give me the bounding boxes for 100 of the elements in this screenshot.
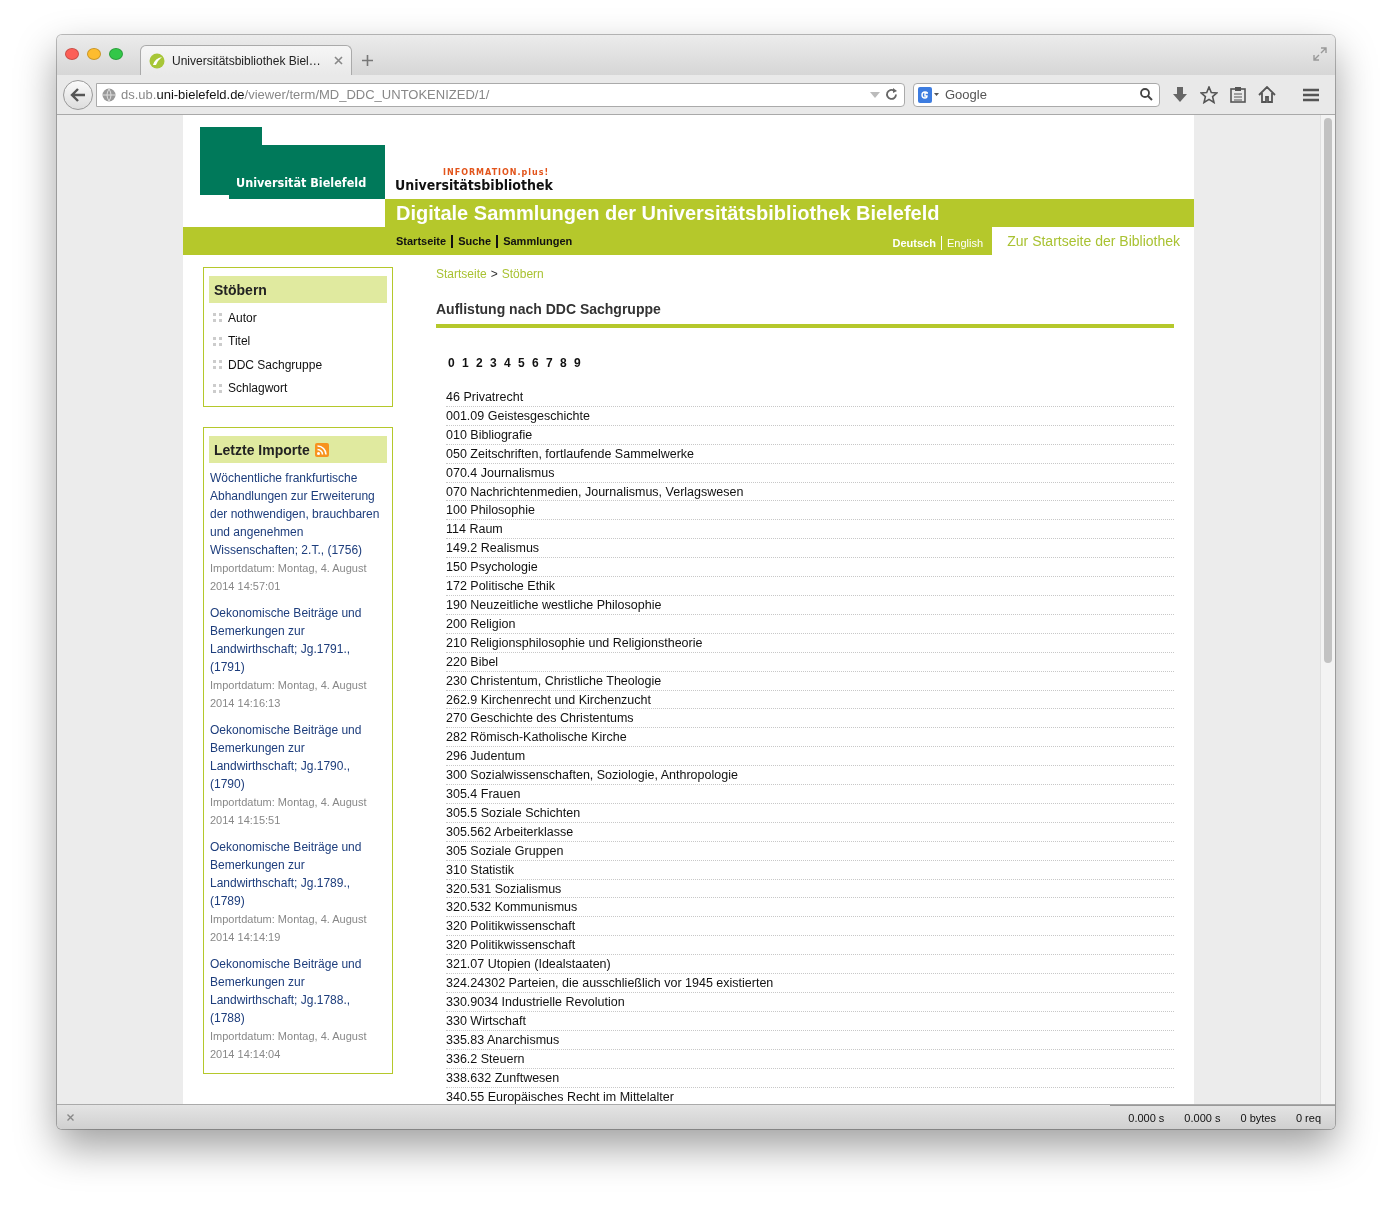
close-icon[interactable] <box>334 56 343 65</box>
index-link[interactable]: 8 <box>560 356 567 370</box>
home-icon[interactable] <box>1258 86 1276 103</box>
window-control-button[interactable] <box>87 48 101 60</box>
category-link[interactable]: 296 Judentum <box>446 747 1174 767</box>
category-link[interactable]: 070.4 Journalismus <box>446 463 1174 483</box>
nav-link[interactable]: Sammlungen <box>496 234 578 248</box>
search-engine-icon[interactable] <box>918 86 940 103</box>
import-date: Importdatum: Montag, 4. August 2014 14:16:13 <box>210 678 368 711</box>
browser-tab[interactable]: Universitätsbibliothek Biel… <box>140 45 352 75</box>
menu-icon[interactable] <box>1303 87 1319 102</box>
index-link[interactable]: 3 <box>490 356 497 370</box>
category-link[interactable]: 330 Wirtschaft <box>446 1011 1174 1031</box>
index-link[interactable]: 0 <box>448 356 455 370</box>
import-link[interactable]: Oekonomische Beiträge und Bemerkungen zur Landwirthschaft; Jg.1789., (1789) <box>210 838 387 910</box>
reload-icon[interactable] <box>885 88 898 101</box>
status-value: 0 bytes <box>1240 1111 1276 1124</box>
category-link[interactable]: 338.632 Zunftwesen <box>446 1068 1174 1088</box>
category-link[interactable]: 262.9 Kirchenrecht und Kirchenzucht <box>446 690 1174 710</box>
index-link[interactable]: 5 <box>518 356 525 370</box>
category-link[interactable]: 305.5 Soziale Schichten <box>446 803 1174 823</box>
index-link[interactable]: 4 <box>504 356 511 370</box>
back-button[interactable] <box>63 79 93 110</box>
import-link[interactable]: Oekonomische Beiträge und Bemerkungen zur Landwirthschaft; Jg.1788., (1788) <box>210 955 387 1027</box>
library-name: Universitätsbibliothek <box>395 177 553 193</box>
category-link[interactable]: 320 Politikwissenschaft <box>446 917 1174 937</box>
category-link[interactable]: 336.2 Steuern <box>446 1049 1174 1069</box>
category-link[interactable]: 330.9034 Industrielle Revolution <box>446 993 1174 1012</box>
category-link[interactable]: 320.532 Kommunismus <box>446 898 1174 918</box>
category-link[interactable]: 190 Neuzeitliche westliche Philosophie <box>446 595 1174 615</box>
window-control-button[interactable] <box>109 48 123 60</box>
university-name: Universität Bielefeld <box>236 175 367 190</box>
leaf-logo-icon <box>149 52 165 69</box>
breadcrumb-separator: > <box>490 267 498 281</box>
search-field[interactable]: Google <box>913 82 1160 107</box>
browse-link[interactable]: Titel <box>228 334 251 349</box>
browse-link[interactable]: Schlagwort <box>228 381 288 396</box>
browse-link[interactable]: Autor <box>228 310 257 325</box>
import-date: Importdatum: Montag, 4. August 2014 14:14:19 <box>210 912 368 945</box>
grip-icon <box>213 383 222 393</box>
category-link[interactable]: 172 Politische Ethik <box>446 577 1174 596</box>
category-link[interactable]: 46 Privatrecht <box>446 388 1174 407</box>
plus-icon[interactable] <box>362 55 373 66</box>
category-link[interactable]: 305.562 Arbeiterklasse <box>446 822 1174 842</box>
category-link[interactable]: 305 Soziale Gruppen <box>446 841 1174 861</box>
category-link[interactable]: 300 Sozialwissenschaften, Soziologie, Anthropologie <box>446 766 1174 786</box>
grip-icon <box>213 360 222 370</box>
section-heading: Auflistung nach DDC Sachgruppe <box>436 301 1174 328</box>
index-link[interactable]: 9 <box>574 356 581 370</box>
site-title: Digitale Sammlungen der Universitätsbibliothek Bielefeld <box>396 201 940 225</box>
url-text: ds.ub.uni-bielefeld.de/viewer/term/MD_DDC_UNTOKENIZED/1/ <box>121 87 491 102</box>
browse-link[interactable]: DDC Sachgruppe <box>228 357 323 372</box>
rss-icon[interactable] <box>314 443 329 457</box>
category-link[interactable]: 050 Zeitschriften, fortlaufende Sammelwerke <box>446 444 1174 464</box>
index-link[interactable]: 1 <box>462 356 469 370</box>
status-value: 0.000 s <box>1128 1111 1165 1124</box>
star-icon[interactable] <box>1200 85 1218 104</box>
category-link[interactable]: 210 Religionsphilosophie und Religionstheorie <box>446 633 1174 653</box>
category-link[interactable]: 001.09 Geistesgeschichte <box>446 406 1174 426</box>
fullscreen-icon[interactable] <box>1313 47 1327 61</box>
dropdown-icon[interactable] <box>870 90 880 99</box>
status-value: 0 req <box>1295 1111 1321 1124</box>
back-arrow-icon <box>70 87 86 102</box>
category-link[interactable]: 270 Geschichte des Christentums <box>446 709 1174 729</box>
status-value: 0.000 s <box>1184 1111 1221 1124</box>
import-link[interactable]: Oekonomische Beiträge und Bemerkungen zur Landwirthschaft; Jg.1791., (1791) <box>210 604 387 676</box>
tagline: INFORMATION.plus! <box>443 168 551 177</box>
category-link[interactable]: 150 Psychologie <box>446 558 1174 578</box>
nav-link[interactable]: Suche <box>451 234 497 248</box>
import-link[interactable]: Oekonomische Beiträge und Bemerkungen zur Landwirthschaft; Jg.1790., (1790) <box>210 721 387 793</box>
index-link[interactable]: 2 <box>476 356 483 370</box>
category-link[interactable]: 282 Römisch-Katholische Kirche <box>446 728 1174 748</box>
category-link[interactable]: 200 Religion <box>446 614 1174 634</box>
category-link[interactable]: 324.24302 Parteien, die ausschließlich vor 1945 existierten <box>446 974 1174 993</box>
category-link[interactable]: 100 Philosophie <box>446 501 1174 521</box>
clipboard-icon[interactable] <box>1230 86 1246 103</box>
category-link[interactable]: 010 Bibliografie <box>446 425 1174 445</box>
category-link[interactable]: 070 Nachrichtenmedien, Journalismus, Verlagswesen <box>446 482 1174 502</box>
category-link[interactable]: 320.531 Sozialismus <box>446 879 1174 899</box>
download-icon[interactable] <box>1172 85 1188 104</box>
index-link[interactable]: 6 <box>532 356 539 370</box>
category-link[interactable]: 310 Statistik <box>446 860 1174 880</box>
index-link[interactable]: 7 <box>546 356 553 370</box>
nav-link[interactable]: Startseite <box>396 234 452 248</box>
category-link[interactable]: 220 Bibel <box>446 652 1174 672</box>
category-link[interactable]: 321.07 Utopien (Idealstaaten) <box>446 955 1174 975</box>
address-field[interactable]: ds.ub.uni-bielefeld.de/viewer/term/MD_DDC_UNTOKENIZED/1/ <box>96 82 905 107</box>
panel-heading: Stöbern <box>209 276 387 303</box>
close-icon[interactable] <box>67 1114 74 1121</box>
scrollbar-thumb[interactable] <box>1324 118 1332 663</box>
category-link[interactable]: 114 Raum <box>446 520 1174 540</box>
search-icon[interactable] <box>1140 87 1153 101</box>
category-link[interactable]: 149.2 Realismus <box>446 539 1174 559</box>
category-link[interactable]: 320 Politikwissenschaft <box>446 936 1174 956</box>
category-link[interactable]: 335.83 Anarchismus <box>446 1030 1174 1050</box>
category-link[interactable]: 230 Christentum, Christliche Theologie <box>446 671 1174 691</box>
category-link[interactable]: 305.4 Frauen <box>446 785 1174 804</box>
import-link[interactable]: Wöchentliche frankfurtische Abhandlungen zur Erweiterung der nothwendigen, brauchbaren und angenehmen Wissenschaften; 2.T., (1756) <box>210 469 387 559</box>
window-control-button[interactable] <box>65 48 79 60</box>
import-date: Importdatum: Montag, 4. August 2014 14:57:01 <box>210 561 368 594</box>
